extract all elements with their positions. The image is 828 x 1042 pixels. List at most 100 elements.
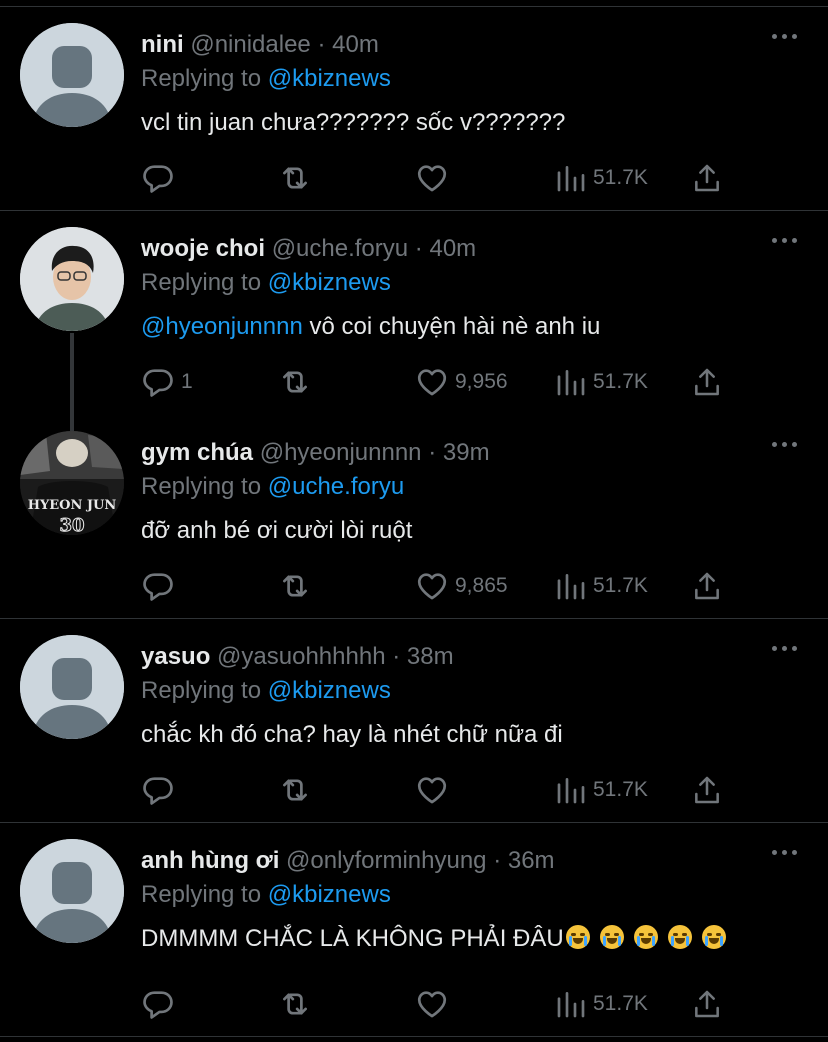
retweet-button[interactable] (277, 986, 313, 1022)
handle[interactable]: @uche.foryu (272, 235, 408, 262)
more-icon[interactable] (772, 235, 798, 245)
handle[interactable]: @onlyforminhyung (286, 847, 486, 874)
reply-button[interactable]: 1 (141, 364, 193, 400)
like-count: 9,865 (455, 574, 508, 597)
separator-dot: · (317, 31, 326, 58)
like-button[interactable]: 9,956 (415, 364, 508, 400)
like-button[interactable] (415, 772, 455, 808)
retweet-button[interactable] (277, 568, 313, 604)
display-name[interactable]: yasuo (141, 643, 210, 670)
avatar[interactable] (20, 23, 124, 127)
tweet-text: vcl tin juan chưa??????? sốc v??????? (141, 109, 566, 136)
tweet-5[interactable]: anh hùng ơi @onlyforminhyung · 36m Reply… (0, 823, 828, 1037)
like-icon (417, 369, 447, 396)
timestamp[interactable]: 40m (332, 31, 379, 58)
tweet-2[interactable]: wooje choi @uche.foryu · 40m Replying to… (0, 211, 828, 433)
views-button[interactable]: 51.7K (555, 364, 648, 400)
display-name[interactable]: nini (141, 31, 184, 58)
views-button[interactable]: 51.7K (555, 986, 648, 1022)
replying-to-link[interactable]: @kbiznews (268, 881, 391, 908)
reply-icon (143, 777, 173, 805)
replying-to: Replying to @kbiznews (141, 267, 798, 299)
more-icon[interactable] (772, 643, 798, 653)
more-icon[interactable] (772, 31, 798, 41)
handle[interactable]: @hyeonjunnnn (260, 439, 422, 466)
separator-dot: · (392, 643, 401, 670)
thread-connector (70, 411, 74, 431)
views-button[interactable]: 51.7K (555, 568, 648, 604)
tweet-3[interactable]: HYEON JUN 30 gym chúa @hyeonjunnnn · 39m… (0, 411, 828, 619)
mention-link[interactable]: @hyeonjunnnn (141, 313, 303, 340)
avatar[interactable]: HYEON JUN 30 (20, 431, 124, 535)
avatar[interactable] (20, 227, 124, 331)
share-button[interactable] (691, 772, 723, 808)
share-button[interactable] (691, 364, 723, 400)
replying-to: Replying to @kbiznews (141, 63, 798, 95)
tweet-actions: 51.7K (141, 772, 741, 808)
crying-face-icon (667, 925, 692, 949)
separator-dot: · (414, 235, 423, 262)
share-icon (695, 776, 719, 804)
tweet-text-body: DMMMM CHẮC LÀ KHÔNG PHẢI ĐÂU (141, 925, 564, 952)
like-count: 9,956 (455, 370, 508, 393)
more-icon[interactable] (772, 439, 798, 449)
avatar[interactable] (20, 839, 124, 943)
views-count: 51.7K (593, 778, 648, 801)
retweet-icon (283, 167, 307, 189)
share-icon (695, 572, 719, 600)
replying-to-link[interactable]: @kbiznews (268, 677, 391, 704)
reply-button[interactable] (141, 772, 181, 808)
reply-button[interactable] (141, 568, 181, 604)
tweet-actions: 9,865 51.7K (141, 568, 741, 604)
like-button[interactable]: 9,865 (415, 568, 508, 604)
more-icon[interactable] (772, 847, 798, 857)
retweet-button[interactable] (277, 772, 313, 808)
timestamp[interactable]: 39m (443, 439, 490, 466)
retweet-button[interactable] (277, 364, 313, 400)
views-button[interactable]: 51.7K (555, 160, 648, 196)
like-button[interactable] (415, 160, 455, 196)
default-avatar-icon (20, 839, 124, 943)
handle[interactable]: @yasuohhhhhh (217, 643, 386, 670)
share-button[interactable] (691, 568, 723, 604)
timestamp[interactable]: 40m (429, 235, 476, 262)
replying-to: Replying to @kbiznews (141, 675, 798, 707)
reply-button[interactable] (141, 160, 181, 196)
views-count: 51.7K (593, 166, 648, 189)
replying-to-link[interactable]: @uche.foryu (268, 473, 404, 500)
display-name[interactable]: gym chúa (141, 439, 253, 466)
retweet-icon (283, 575, 307, 597)
views-icon (557, 574, 585, 600)
share-icon (695, 368, 719, 396)
tweet-4[interactable]: yasuo @yasuohhhhhh · 38m Replying to @kb… (0, 619, 828, 823)
share-icon (695, 990, 719, 1018)
replying-prefix: Replying to (141, 473, 262, 500)
share-button[interactable] (691, 160, 723, 196)
display-name[interactable]: wooje choi (141, 235, 265, 262)
timestamp[interactable]: 38m (407, 643, 454, 670)
retweet-button[interactable] (277, 160, 313, 196)
tweet-header: yasuo @yasuohhhhhh · 38m (141, 641, 798, 673)
like-icon (417, 165, 447, 192)
retweet-icon (283, 993, 307, 1015)
views-count: 51.7K (593, 574, 648, 597)
tweet-1[interactable]: nini @ninidalee · 40m Replying to @kbizn… (0, 7, 828, 211)
replying-to-link[interactable]: @kbiznews (268, 65, 391, 92)
reply-icon (143, 991, 173, 1019)
retweet-icon (283, 371, 307, 393)
timestamp[interactable]: 36m (508, 847, 555, 874)
replying-to-link[interactable]: @kbiznews (268, 269, 391, 296)
views-icon (557, 166, 585, 192)
display-name[interactable]: anh hùng ơi (141, 847, 279, 874)
tweet-header: gym chúa @hyeonjunnnn · 39m (141, 437, 798, 469)
reply-count: 1 (181, 370, 193, 393)
photo-avatar: HYEON JUN 30 (20, 431, 124, 535)
reply-button[interactable] (141, 986, 181, 1022)
share-button[interactable] (691, 986, 723, 1022)
avatar[interactable] (20, 635, 124, 739)
like-icon (417, 991, 447, 1018)
default-avatar-icon (20, 635, 124, 739)
handle[interactable]: @ninidalee (190, 31, 310, 58)
views-button[interactable]: 51.7K (555, 772, 648, 808)
like-button[interactable] (415, 986, 455, 1022)
